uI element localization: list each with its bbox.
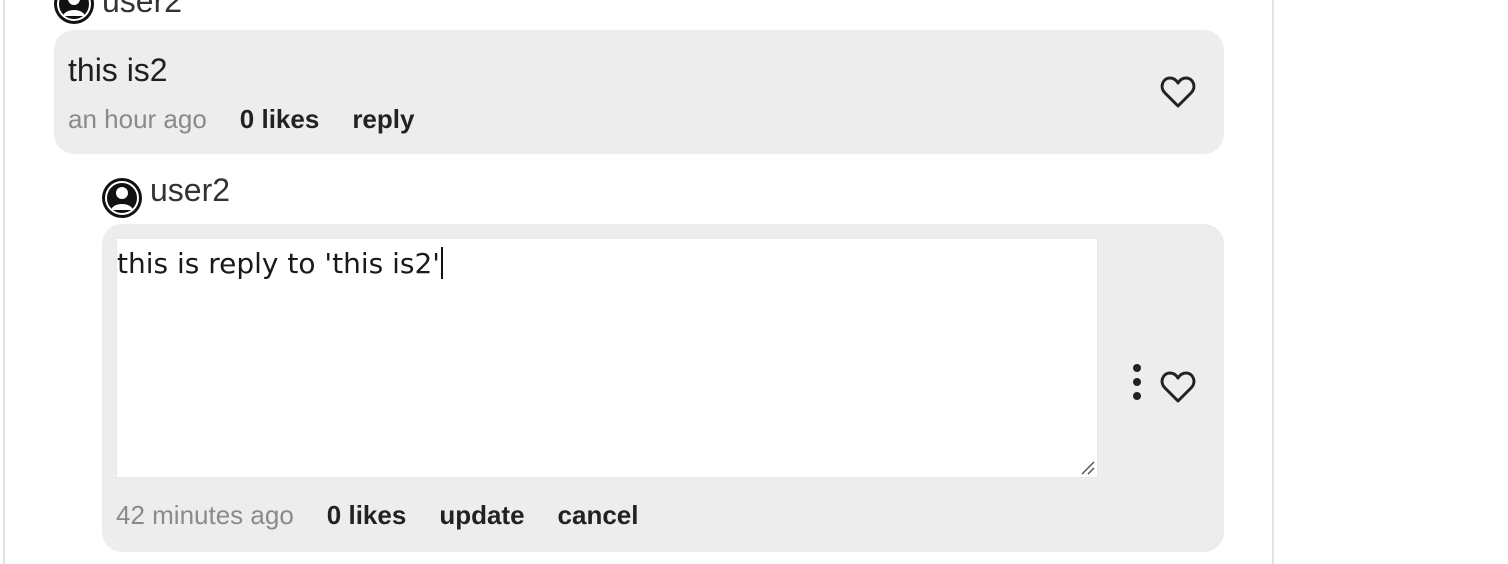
update-button[interactable]: update <box>439 500 524 531</box>
cancel-button[interactable]: cancel <box>558 500 639 531</box>
resize-handle-icon[interactable] <box>1079 459 1095 475</box>
likes-count[interactable]: 0 likes <box>240 104 320 135</box>
reply-button[interactable]: reply <box>352 104 414 135</box>
more-options-icon[interactable] <box>1129 363 1145 401</box>
reply-bubble: this is reply to 'this is2' 42 minutes a… <box>102 224 1224 552</box>
reply-edit-textarea[interactable]: this is reply to 'this is2' <box>116 238 1098 478</box>
reply-timestamp: 42 minutes ago <box>116 500 294 530</box>
likes-count[interactable]: 0 likes <box>327 500 407 531</box>
comment-meta: an hour ago 0 likes reply <box>68 104 447 135</box>
comment-username[interactable]: user2 <box>102 0 182 20</box>
reply-username[interactable]: user2 <box>150 172 230 209</box>
text-caret <box>440 247 443 279</box>
heart-icon[interactable] <box>1160 75 1196 109</box>
reply-meta: 42 minutes ago 0 likes update cancel <box>116 500 672 531</box>
comment-text: this is2 <box>68 52 168 88</box>
comment-timestamp: an hour ago <box>68 104 207 134</box>
comment-bubble: this is2 an hour ago 0 likes reply <box>54 30 1224 154</box>
heart-icon[interactable] <box>1160 370 1196 404</box>
reply-edit-value: this is reply to 'this is2' <box>117 247 440 280</box>
user-avatar-icon[interactable] <box>102 178 142 218</box>
user-avatar-icon[interactable] <box>54 0 94 24</box>
comments-panel: user2 this is2 an hour ago 0 likes reply… <box>3 0 1274 564</box>
